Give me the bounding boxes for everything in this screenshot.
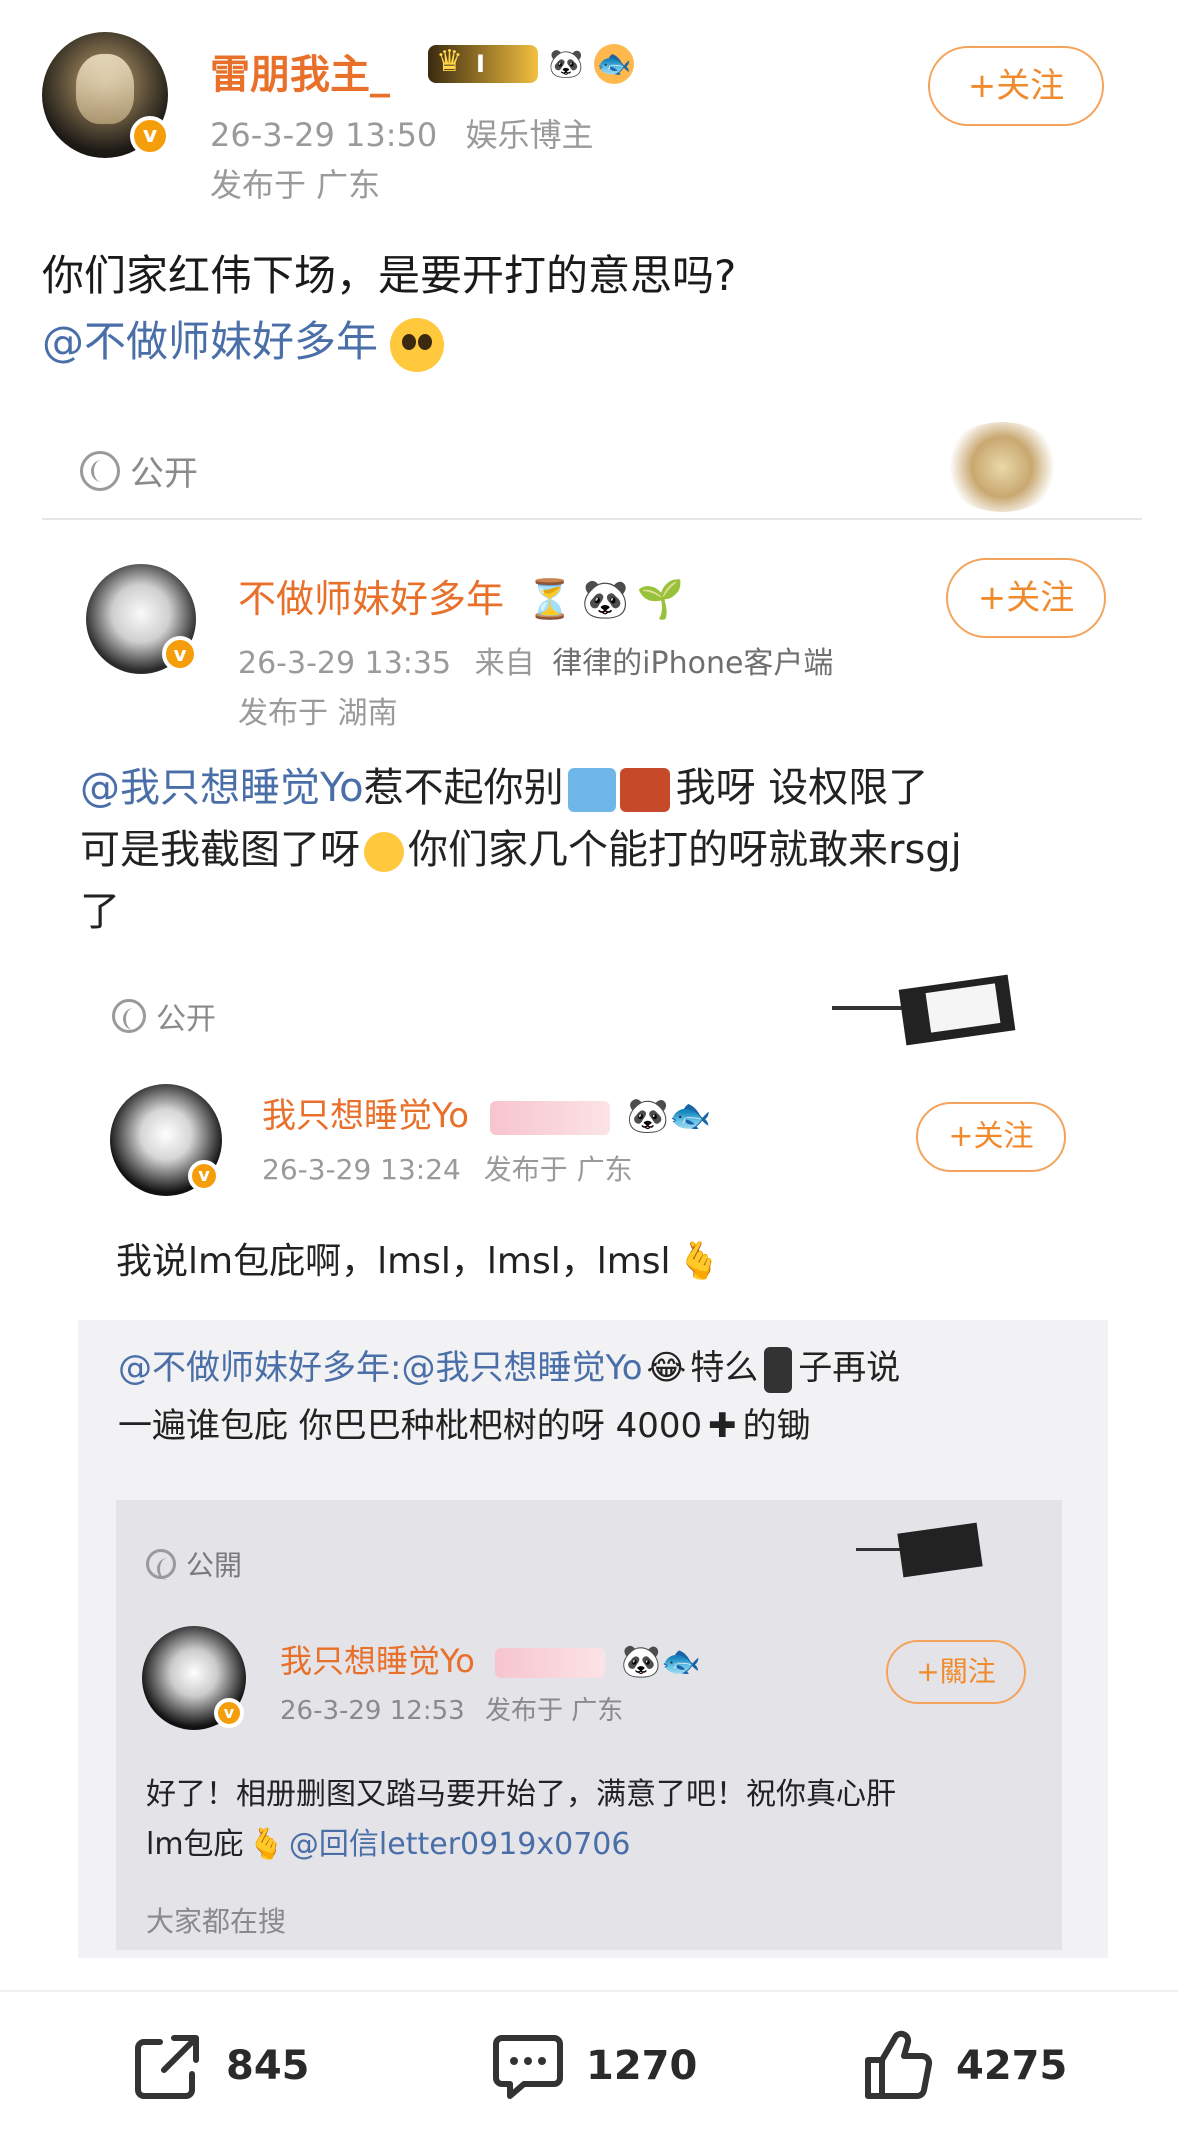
comment-icon xyxy=(490,2028,566,2104)
verified-v-icon: v xyxy=(188,1160,220,1192)
quoted-text-line3: 了 xyxy=(80,889,120,935)
author-role: 娱乐博主 xyxy=(465,116,594,154)
post-mention-line: @不做师妹好多年 xyxy=(42,310,445,374)
panda-icon: 🐼 xyxy=(548,47,584,80)
post-image[interactable]: 公开 v 不做师妹好多年 ⏳ 🐼 🌱 26-3-29 13:35 来自 律律的iPh… xyxy=(42,408,1142,1958)
like-icon xyxy=(860,2028,936,2104)
inner-screenshot: 公開 v 我只想睡觉Yo 🐼🐟 26-3-29 12:53 发布于 广东 +關注… xyxy=(116,1500,1062,1950)
visibility-label: 公开 xyxy=(130,454,198,494)
post-text: 你们家红伟下场，是要开打的意思吗? xyxy=(42,251,737,300)
like-action[interactable]: 4275 xyxy=(860,2028,1067,2104)
mention-link[interactable]: @不做师妹好多年 xyxy=(42,317,378,366)
quoted-meta: 26-3-29 13:35 来自 律律的iPhone客户端 xyxy=(238,646,834,681)
post-location: 发布于 广东 xyxy=(210,166,381,204)
quoted-author-name: 不做师妹好多年 ⏳ 🐼 🌱 xyxy=(238,577,685,621)
repost-action[interactable]: 845 xyxy=(130,2028,310,2104)
author-badges: I 🐼 🐟 xyxy=(428,43,634,84)
divider xyxy=(42,518,1142,520)
quoted-meta: 26-3-29 13:24 发布于 广东 xyxy=(262,1153,633,1186)
action-bar: 845 1270 4275 xyxy=(0,1990,1178,2135)
post-header: v 雷朋我主_ I 🐼 🐟 26-3-29 13:50 娱乐博主 发布于 广东 … xyxy=(42,32,1142,212)
post-meta: 26-3-29 13:50 娱乐博主 xyxy=(210,110,593,156)
globe-icon xyxy=(80,450,120,491)
like-count: 4275 xyxy=(956,2043,1068,2089)
visibility-label: 公開 xyxy=(186,1549,243,1582)
verified-v-icon: v xyxy=(130,116,170,156)
quoted-text-line2: 可是我截图了呀 你们家几个能打的呀就敢来rsgj xyxy=(80,827,962,873)
comment-action[interactable]: 1270 xyxy=(490,2028,697,2104)
globe-icon xyxy=(146,1549,176,1580)
visibility-row: 公开 xyxy=(112,994,216,1038)
quoted-author-name: 我只想睡觉Yo 🐼🐟 xyxy=(280,1642,701,1680)
globe-icon xyxy=(112,999,146,1033)
quoted-location: 发布于 湖南 xyxy=(238,696,398,731)
trending-label: 大家都在搜 xyxy=(146,1905,287,1938)
envelope-decoration-icon xyxy=(832,974,1032,1046)
visibility-row: 公开 xyxy=(80,446,198,495)
fish-icon: 🐟 xyxy=(594,44,634,84)
share-icon xyxy=(130,2028,206,2104)
post-timestamp: 26-3-29 13:50 xyxy=(210,116,438,154)
quoted-follow-button: +关注 xyxy=(946,558,1106,638)
quoted-author-name: 我只想睡觉Yo 🐼🐟 xyxy=(262,1096,712,1136)
quoted-text-line1: 好了！相册删图又踏马要开始了，满意了吧！祝你真心肝 xyxy=(146,1777,896,1812)
repost-line2: 一遍谁包庇 你巴巴种枇杷树的呀 4000 ✚ 的锄 xyxy=(118,1406,811,1446)
repost-panel: @不做师妹好多年:@我只想睡觉Yo 😂 特么 子再说 一遍谁包庇 你巴巴种枇杷树的呀 … xyxy=(78,1320,1108,1958)
verified-v-icon: v xyxy=(214,1698,244,1728)
repost-count: 845 xyxy=(226,2043,310,2089)
verified-v-icon: v xyxy=(162,636,198,672)
level-badge-icon: I xyxy=(428,43,538,83)
pleading-face-icon xyxy=(390,317,445,372)
comment-count: 1270 xyxy=(586,2043,698,2089)
follow-button[interactable]: +关注 xyxy=(928,46,1104,126)
author-name[interactable]: 雷朋我主_ xyxy=(210,42,390,100)
quoted-text-line1: @我只想睡觉Yo惹不起你别 我呀 设权限了 xyxy=(80,765,929,812)
quoted-text-line2: lm包庇 🫰 @回信letter0919x0706 xyxy=(146,1827,631,1862)
visibility-row: 公開 xyxy=(146,1544,242,1584)
envelope-decoration-icon xyxy=(856,1522,986,1578)
quoted-meta: 26-3-29 12:53 发布于 广东 xyxy=(280,1696,624,1726)
repost-line1: @不做师妹好多年:@我只想睡觉Yo 😂 特么 子再说 xyxy=(118,1340,900,1396)
visibility-label: 公开 xyxy=(156,1002,216,1037)
quoted-follow-button: +关注 xyxy=(916,1102,1066,1172)
quoted-follow-button: +關注 xyxy=(886,1640,1026,1704)
decoration-icon xyxy=(942,422,1062,512)
quoted-text: 我说lm包庇啊，lmsl，lmsl，lmsl 🫰 xyxy=(116,1241,722,1282)
